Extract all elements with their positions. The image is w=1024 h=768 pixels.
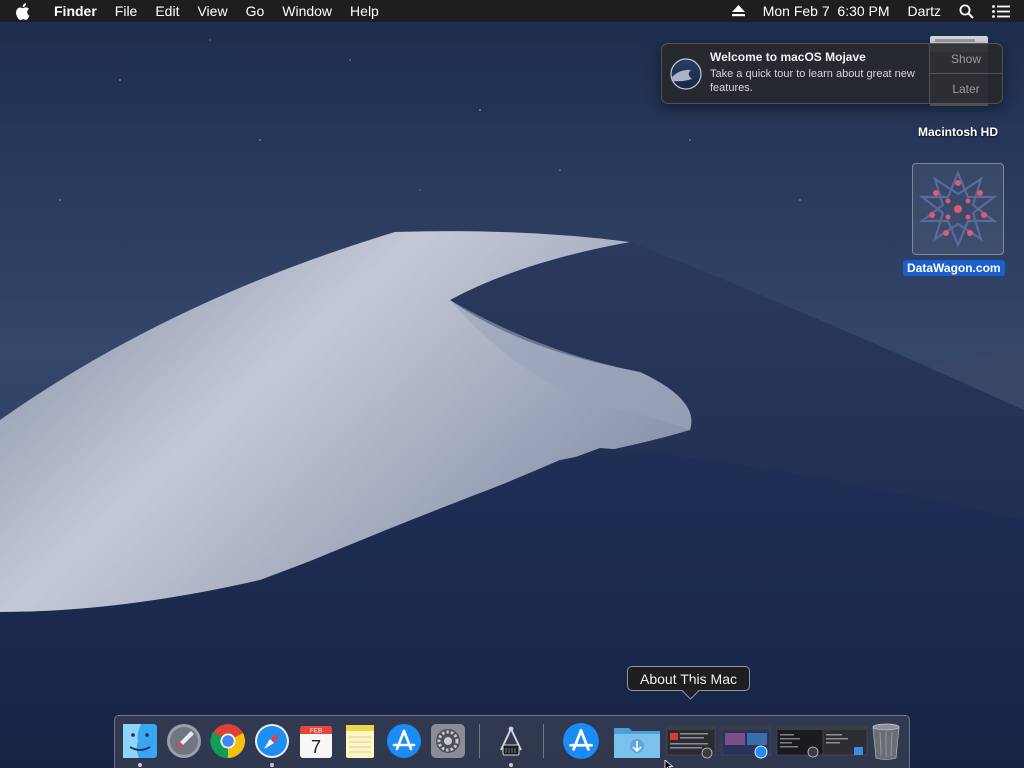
launchpad-icon [167,724,201,758]
dock-item-window-thumbnail-4[interactable] [822,721,868,761]
dock-item-running-app[interactable] [491,721,531,767]
menu-bar-extras: Mon Feb 7 6:30 PM Dartz [723,0,1024,22]
mojave-icon [662,44,710,103]
list-icon[interactable] [983,4,1024,18]
apple-logo-icon[interactable] [0,0,44,22]
notification-actions: Show Later [929,44,1002,103]
notification-content: Welcome to macOS Mojave Take a quick tou… [710,44,929,103]
dock-item-launchpad[interactable] [164,721,204,761]
notes-icon [346,725,374,758]
dock-item-trash[interactable] [866,721,906,761]
dock-item-safari[interactable] [252,721,292,767]
dock-item-window-thumbnail-3[interactable] [776,721,824,761]
window-thumbnail-icon [666,726,716,759]
menu-file[interactable]: File [106,0,147,22]
menu-app-name[interactable]: Finder [44,0,106,22]
dock-item-system-preferences[interactable] [428,721,468,761]
menu-go[interactable]: Go [237,0,274,22]
menu-view[interactable]: View [188,0,236,22]
desktop: Finder File Edit View Go Window Help Mon… [0,0,1024,768]
menu-window[interactable]: Window [273,0,341,22]
eject-icon[interactable] [723,5,754,17]
dock-separator [479,724,480,758]
window-thumbnail-icon [721,726,771,759]
window-thumbnail-icon [776,726,824,758]
menu-edit[interactable]: Edit [146,0,188,22]
running-indicator [270,763,274,767]
dock-item-window-thumbnail-1[interactable] [666,721,716,761]
show-button[interactable]: Show [930,44,1002,73]
dock-item-app-store-minimized[interactable] [561,721,601,761]
dock-item-app-store[interactable] [384,721,424,761]
menu-user[interactable]: Dartz [899,0,950,22]
mouse-cursor-icon [664,760,674,768]
dock-tooltip: About This Mac [627,666,751,700]
dock: FEB 7 [114,715,910,768]
dock-item-downloads[interactable] [613,721,661,761]
notification-body: Take a quick tour to learn about great n… [710,68,915,94]
window-thumbnail-icon [822,726,868,756]
menu-help[interactable]: Help [341,0,388,22]
menu-bar: Finder File Edit View Go Window Help Mon… [0,0,1024,22]
safari-icon [255,724,289,758]
dock-item-chrome[interactable] [208,721,248,761]
notification-title: Welcome to macOS Mojave [710,50,866,64]
dock-app-icon [500,726,522,756]
calendar-day: 7 [311,737,321,757]
dock-item-notes[interactable] [340,721,380,761]
gear-icon [431,724,465,758]
chrome-icon [210,724,245,759]
desktop-icon-label: DataWagon.com [903,260,1005,276]
trash-icon [872,723,900,760]
datawagon-image-icon [912,163,1004,255]
wallpaper [0,0,1024,768]
app-store-icon [563,723,599,759]
search-icon[interactable] [950,4,983,19]
running-indicator [138,763,142,767]
later-button[interactable]: Later [930,73,1002,103]
notification-banner[interactable]: Welcome to macOS Mojave Take a quick tou… [661,43,1003,104]
dock-item-calendar[interactable]: FEB 7 [296,721,336,761]
dock-item-finder[interactable] [120,721,160,767]
dock-separator [543,724,544,758]
downloads-folder-icon [614,728,660,758]
calendar-month: FEB [310,728,323,735]
calendar-icon: FEB 7 [300,726,332,758]
menu-clock[interactable]: Mon Feb 7 6:30 PM [754,0,899,22]
app-store-icon [387,724,421,758]
running-indicator [509,763,513,767]
finder-icon [123,724,157,758]
desktop-icon-label: Macintosh HD [917,125,998,139]
dock-item-window-thumbnail-2[interactable] [721,721,771,761]
